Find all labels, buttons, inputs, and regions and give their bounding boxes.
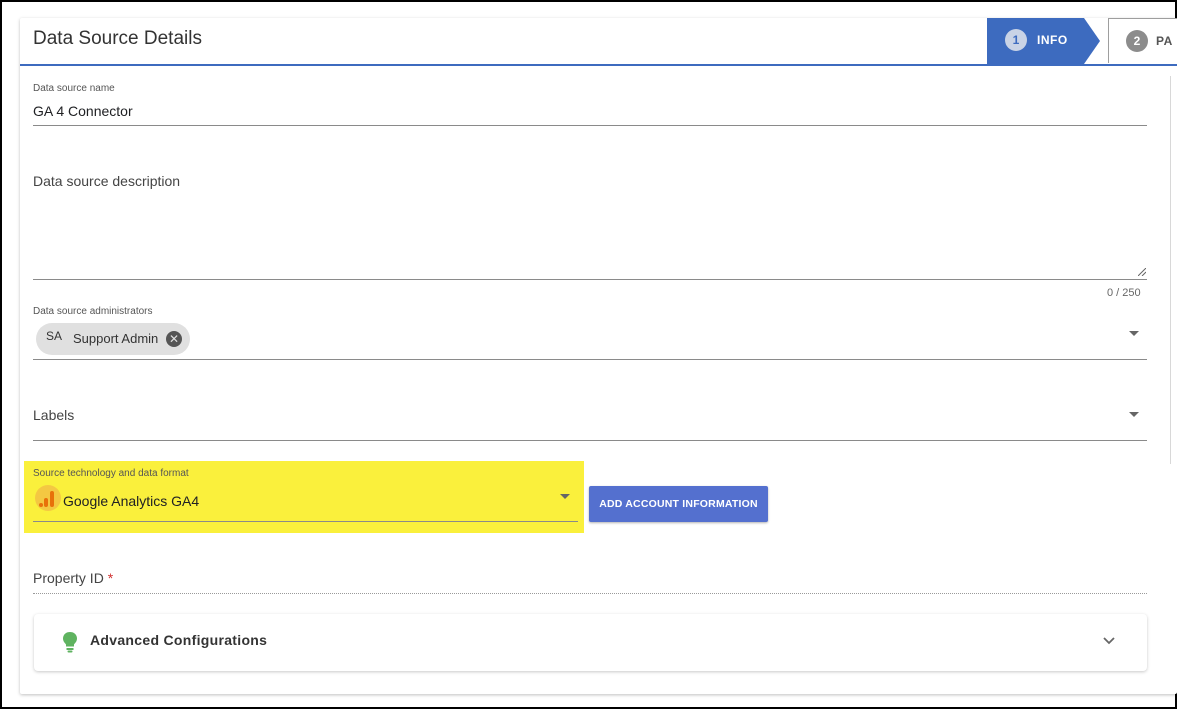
property-id-field[interactable]: Property ID * (33, 570, 113, 586)
name-field[interactable]: GA 4 Connector (33, 103, 133, 119)
data-source-card: Data Source Details 1 INFO 2 PA Data sou… (20, 18, 1177, 694)
resize-handle-icon[interactable] (1138, 268, 1146, 276)
administrators-field-label: Data source administrators (33, 306, 153, 317)
labels-dropdown-icon[interactable] (1129, 412, 1139, 417)
window-frame: Data Source Details 1 INFO 2 PA Data sou… (0, 0, 1177, 709)
labels-underline (33, 440, 1147, 441)
step-parameters[interactable]: 2 PA (1108, 18, 1177, 63)
source-technology-select[interactable]: Google Analytics GA4 (63, 493, 199, 509)
advanced-configurations-panel[interactable]: Advanced Configurations (34, 614, 1147, 671)
source-technology-underline (33, 521, 578, 522)
description-field[interactable]: Data source description (33, 173, 180, 189)
step-info-label: INFO (1037, 33, 1068, 47)
lightbulb-icon (63, 632, 77, 653)
chip-label: Support Admin (73, 331, 159, 346)
description-underline (33, 279, 1147, 280)
required-mark: * (107, 570, 114, 586)
step-info[interactable]: 1 INFO (987, 18, 1100, 64)
labels-field[interactable]: Labels (33, 407, 74, 423)
name-field-label: Data source name (33, 83, 115, 94)
chip-avatar: SA (45, 329, 62, 343)
description-char-counter: 0 / 250 (1107, 287, 1141, 299)
name-field-underline (33, 125, 1147, 126)
google-analytics-icon (35, 485, 61, 511)
add-account-information-button[interactable]: ADD ACCOUNT INFORMATION (589, 486, 768, 522)
administrators-underline (33, 359, 1147, 360)
step-info-number: 1 (1005, 29, 1027, 51)
source-technology-dropdown-icon[interactable] (560, 494, 570, 499)
card-header: Data Source Details 1 INFO 2 PA (20, 18, 1177, 66)
page-title: Data Source Details (33, 28, 202, 49)
admin-chip[interactable]: SA Support Admin ✕ (36, 323, 190, 355)
chip-remove-icon[interactable]: ✕ (166, 331, 182, 347)
property-id-label: Property ID (33, 570, 104, 586)
step-parameters-number: 2 (1126, 30, 1148, 52)
side-panel-edge (1170, 76, 1177, 464)
step-parameters-label: PA (1156, 34, 1173, 48)
source-technology-label: Source technology and data format (33, 468, 189, 479)
advanced-configurations-title: Advanced Configurations (90, 632, 268, 648)
property-id-underline (33, 593, 1147, 594)
administrators-dropdown-icon[interactable] (1129, 331, 1139, 336)
chevron-down-icon[interactable] (1102, 634, 1116, 648)
